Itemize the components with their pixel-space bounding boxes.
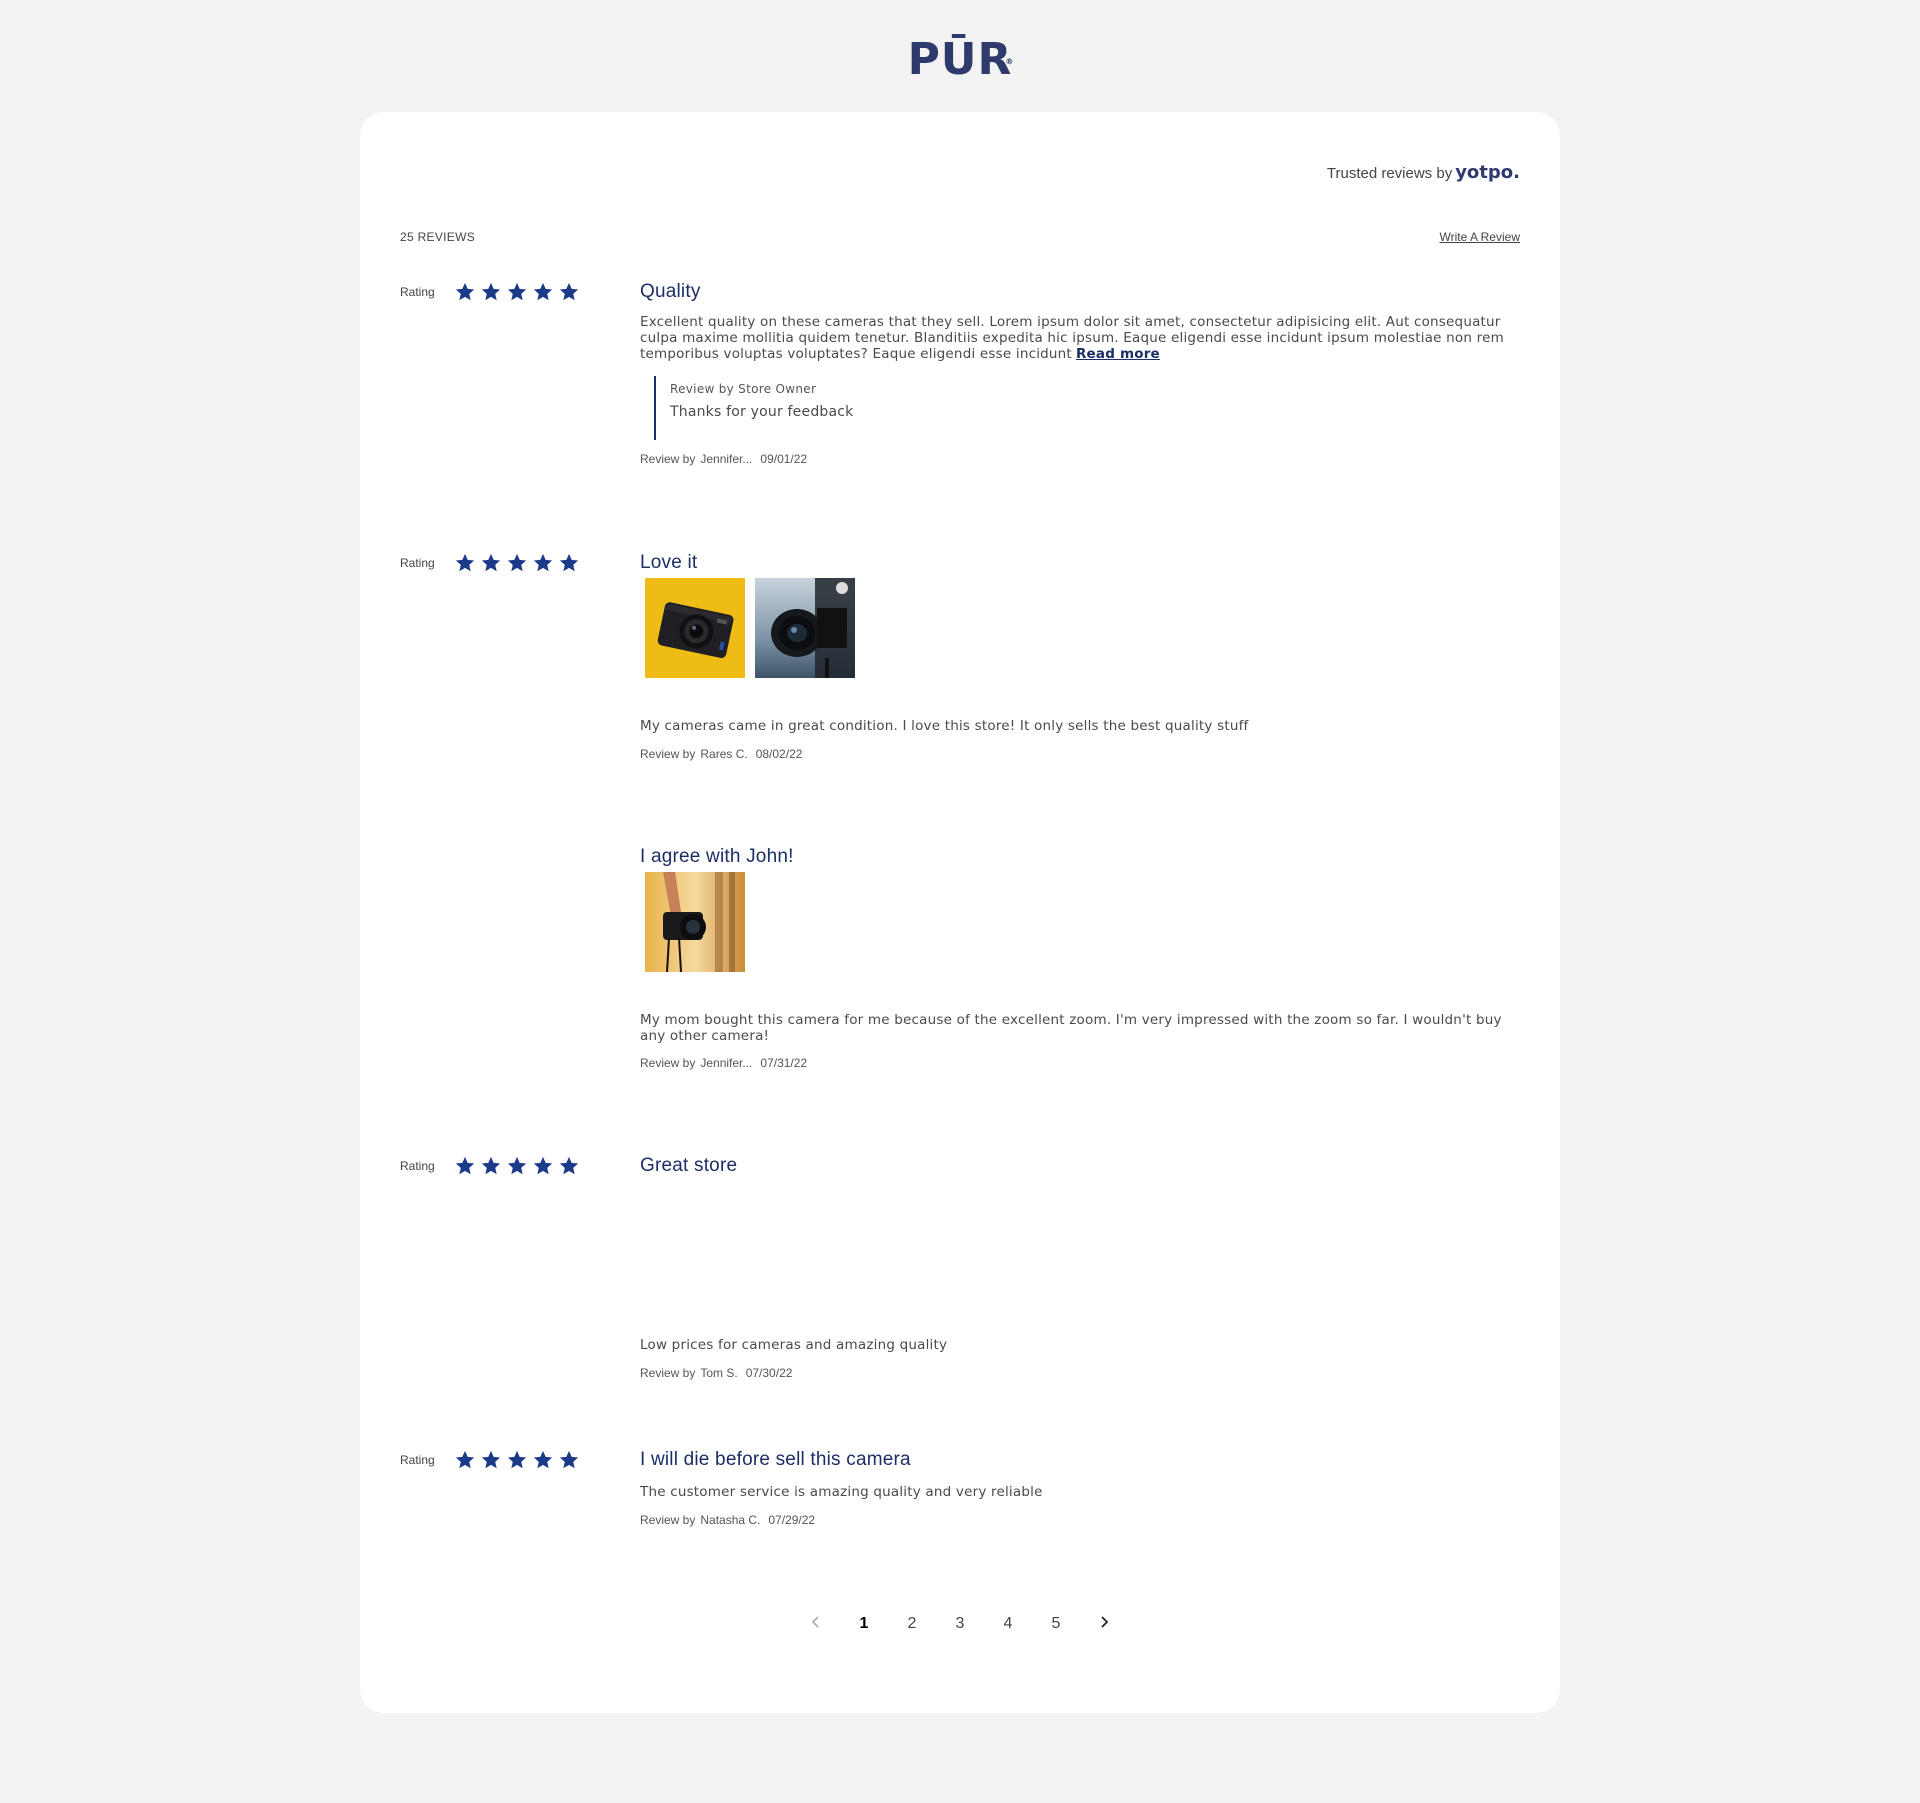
review-meta: Review by Natasha C. 07/29/22 [640, 1513, 1520, 1527]
review-body: Excellent quality on these cameras that … [640, 314, 1520, 362]
star-icon [533, 282, 553, 301]
reply-author: Review by Store Owner [670, 382, 817, 396]
review-title: Love it [640, 552, 698, 573]
page-1-button[interactable]: 1 [840, 1615, 888, 1633]
star-icon [455, 1156, 475, 1175]
review-title: Great store [640, 1155, 738, 1176]
review-date: 07/29/22 [768, 1513, 816, 1527]
page-2-button[interactable]: 2 [888, 1615, 936, 1633]
pur-logo[interactable]: PŪR ® [0, 36, 1920, 84]
star-rating [454, 552, 580, 574]
review-photos [645, 872, 1520, 972]
review-meta: Review by Tom S. 07/30/22 [640, 1366, 1520, 1380]
camera-on-yellow-photo[interactable] [645, 578, 745, 678]
review-content: Quality Excellent quality on these camer… [640, 280, 1520, 466]
review-count: 25 REVIEWS [400, 230, 476, 244]
page-5-button[interactable]: 5 [1032, 1615, 1080, 1633]
camera-lens-photo[interactable] [755, 578, 855, 678]
review-author: Tom S. [700, 1366, 738, 1380]
review-body: My mom bought this camera for me because… [640, 1012, 1502, 1044]
star-icon [481, 1450, 501, 1469]
yotpo-logo: yotpo. [1455, 162, 1520, 183]
review-title: I will die before sell this camera [640, 1449, 911, 1470]
review-body: Low prices for cameras and amazing quali… [640, 1337, 948, 1353]
review-by-label: Review by [640, 1056, 696, 1070]
review-date: 08/02/22 [755, 747, 803, 761]
star-icon [507, 1156, 527, 1175]
chevron-right-icon [1101, 1616, 1109, 1628]
review-author: Natasha C. [700, 1513, 761, 1527]
review-content: Great store Low prices for cameras and a… [640, 1154, 1520, 1380]
rating-label: Rating [400, 1453, 435, 1467]
review-by-label: Review by [640, 1513, 696, 1527]
chevron-left-icon [811, 1616, 819, 1628]
rating-label: Rating [400, 556, 435, 570]
review-by-label: Review by [640, 1366, 696, 1380]
review-author: Jennifer... [700, 1056, 753, 1070]
review-text: Excellent quality on these cameras that … [640, 314, 1504, 362]
hand-holding-camera-photo[interactable] [645, 872, 745, 972]
rating: Rating [400, 1448, 580, 1472]
write-review-link[interactable]: Write A Review [1440, 230, 1520, 244]
review-content: I will die before sell this camera The c… [640, 1448, 1520, 1527]
star-icon [533, 553, 553, 572]
star-icon [455, 1450, 475, 1469]
star-icon [481, 282, 501, 301]
review-title: I agree with John! [640, 846, 794, 867]
review-by-label: Review by [640, 452, 696, 466]
store-owner-reply: Review by Store Owner Thanks for your fe… [654, 376, 1520, 440]
review-date: 07/31/22 [760, 1056, 808, 1070]
rating-label: Rating [400, 1159, 435, 1173]
review-body: My cameras came in great condition. I lo… [640, 718, 1249, 734]
star-icon [559, 1450, 579, 1469]
read-more-link[interactable]: Read more [1076, 346, 1160, 362]
star-icon [559, 1156, 579, 1175]
trusted-prefix: Trusted reviews by [1326, 165, 1453, 182]
review-date: 07/30/22 [745, 1366, 793, 1380]
next-page-button[interactable] [1080, 1615, 1128, 1633]
page-4-button[interactable]: 4 [984, 1615, 1032, 1633]
star-icon [481, 553, 501, 572]
review-meta: Review by Jennifer... 09/01/22 [640, 452, 1520, 466]
prev-page-button[interactable] [792, 1615, 840, 1633]
star-icon [455, 282, 475, 301]
review-photos [645, 578, 1520, 678]
review-by-label: Review by [640, 747, 696, 761]
star-icon [559, 553, 579, 572]
star-icon [481, 1156, 501, 1175]
review-meta: Review by Jennifer... 07/31/22 [640, 1056, 1520, 1070]
review-author: Jennifer... [700, 452, 753, 466]
star-icon [507, 282, 527, 301]
review-body: The customer service is amazing quality … [640, 1484, 1043, 1500]
review-content: Love it My cameras came in great conditi… [640, 551, 1520, 761]
rating-label: Rating [400, 285, 435, 299]
review-author: Rares C. [700, 747, 748, 761]
rating: Rating [400, 551, 580, 575]
rating: Rating [400, 1154, 580, 1178]
star-rating [454, 281, 580, 303]
star-icon [507, 553, 527, 572]
logo-text: PŪR ® [907, 34, 1015, 85]
reviews-widget: Trusted reviews by yotpo. 25 REVIEWS Writ… [360, 112, 1560, 1713]
rating: Rating [400, 280, 580, 304]
review-content: I agree with John! My mom bought this ca… [640, 845, 1520, 1070]
star-icon [533, 1156, 553, 1175]
star-icon [455, 553, 475, 572]
review-meta: Review by Rares C. 08/02/22 [640, 747, 1520, 761]
star-icon [507, 1450, 527, 1469]
star-icon [533, 1450, 553, 1469]
pagination: 1 2 3 4 5 [360, 1615, 1560, 1633]
page-3-button[interactable]: 3 [936, 1615, 984, 1633]
star-rating [454, 1449, 580, 1471]
star-rating [454, 1155, 580, 1177]
star-icon [559, 282, 579, 301]
review-date: 09/01/22 [760, 452, 808, 466]
review-title: Quality [640, 281, 701, 302]
reply-text: Thanks for your feedback [670, 404, 854, 420]
registered-mark: ® [1005, 57, 1015, 66]
trusted-reviews-badge[interactable]: Trusted reviews by yotpo. [1327, 162, 1520, 183]
